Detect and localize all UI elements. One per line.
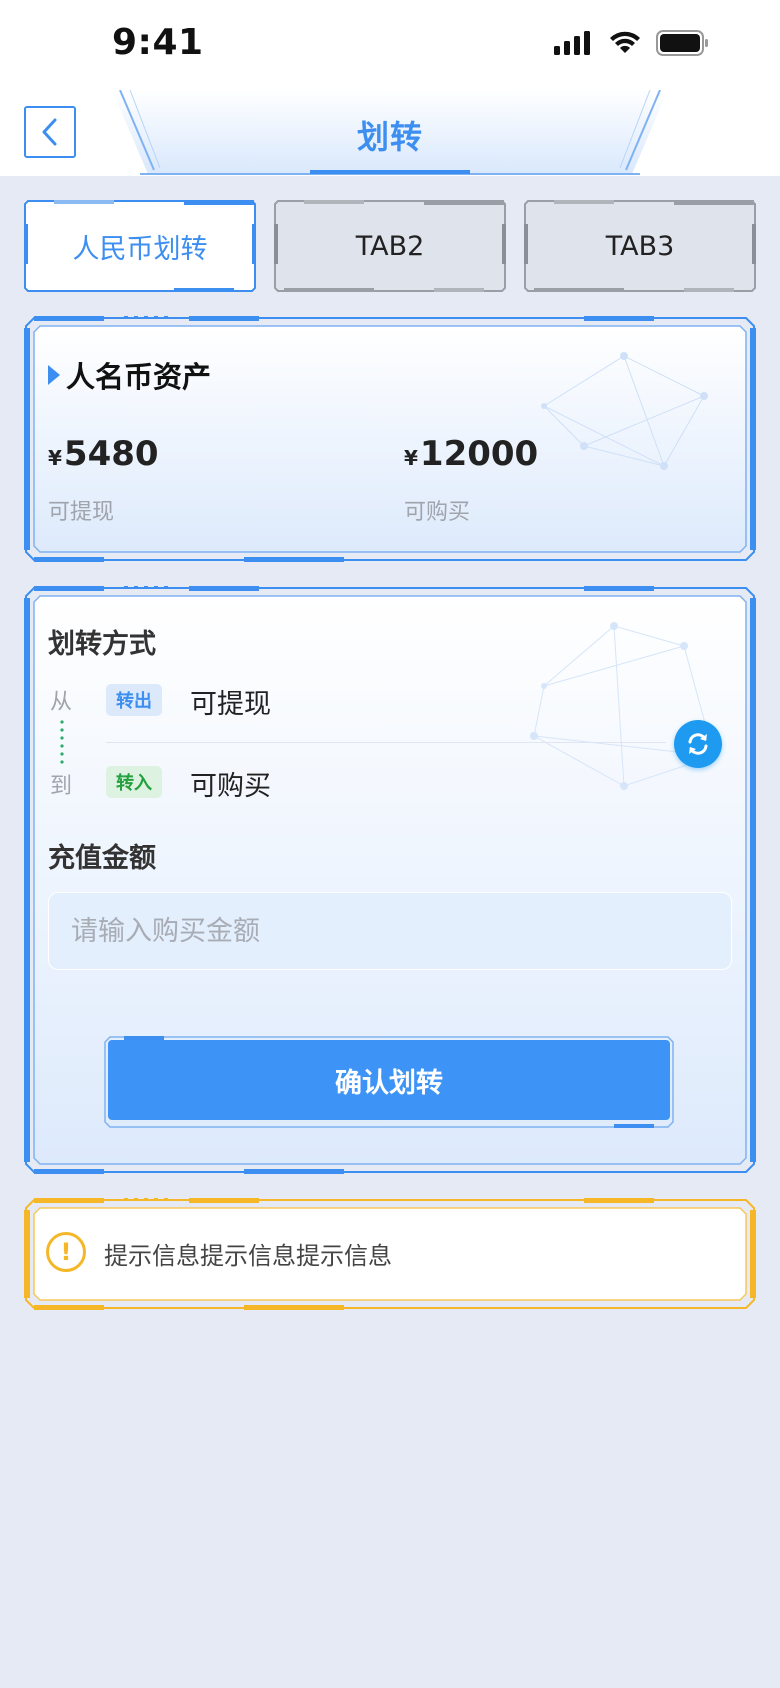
amount-value: 5480 (63, 434, 159, 474)
currency-symbol: ¥ (404, 446, 418, 470)
confirm-transfer-button[interactable]: 确认划转 (108, 1040, 670, 1120)
transfer-method-label: 划转方式 (48, 629, 156, 660)
amount-label: 充值金额 (48, 843, 156, 874)
nav-bar: 划转 (0, 89, 780, 176)
exclamation-circle-icon: ! (46, 1232, 86, 1272)
purchasable-label: 可购买 (404, 500, 471, 525)
swap-refresh-icon (688, 733, 708, 755)
route-connector (60, 718, 64, 764)
route-divider (106, 742, 666, 743)
confirm-button-frame: 确认划转 (104, 1036, 674, 1128)
asset-card: 人名币资产 ¥5480 可提现 ¥12000 可购买 (24, 316, 756, 562)
transfer-out-badge: 转出 (106, 684, 162, 716)
asset-title-text: 人名币资产 (66, 360, 212, 394)
tab-label: TAB3 (605, 230, 675, 262)
withdrawable-label: 可提现 (48, 500, 115, 525)
tip-card: ! 提示信息提示信息提示信息 (24, 1198, 756, 1310)
cellular-signal-icon (554, 31, 590, 55)
status-icons (554, 30, 710, 56)
nav-title-frame: 划转 (110, 89, 670, 176)
tab-label: TAB2 (355, 230, 425, 262)
status-bar: 9:41 (0, 0, 780, 90)
to-label: 到 (50, 774, 73, 799)
tab-bar: 人民币划转 TAB2 TAB3 (24, 200, 756, 292)
to-account[interactable]: 可购买 (190, 764, 271, 803)
asset-title: 人名币资产 (48, 354, 211, 396)
tab-2[interactable]: TAB2 (274, 200, 506, 292)
wifi-icon (610, 31, 640, 53)
tab-3[interactable]: TAB3 (524, 200, 756, 292)
title-marker-icon (48, 365, 60, 385)
swap-button[interactable] (674, 720, 722, 768)
amount-value: 12000 (419, 434, 539, 474)
withdrawable-amount: ¥5480 (48, 434, 159, 474)
tab-label: 人民币划转 (72, 233, 208, 265)
from-account[interactable]: 可提现 (190, 682, 271, 721)
back-button[interactable] (24, 106, 76, 158)
amount-input[interactable] (48, 892, 732, 970)
status-time: 9:41 (112, 22, 204, 63)
tip-text: 提示信息提示信息提示信息 (104, 1242, 392, 1270)
purchasable-amount: ¥12000 (404, 434, 538, 474)
page-title: 划转 (356, 118, 423, 156)
from-label: 从 (50, 690, 73, 715)
tab-rmb-transfer[interactable]: 人民币划转 (24, 200, 256, 292)
transfer-in-badge: 转入 (106, 766, 162, 798)
battery-icon (656, 30, 708, 56)
currency-symbol: ¥ (48, 446, 62, 470)
transfer-card: 划转方式 从 到 转出 可提现 转入 可购买 充值金额 确认划转 (24, 586, 756, 1174)
chevron-left-icon (42, 118, 57, 146)
